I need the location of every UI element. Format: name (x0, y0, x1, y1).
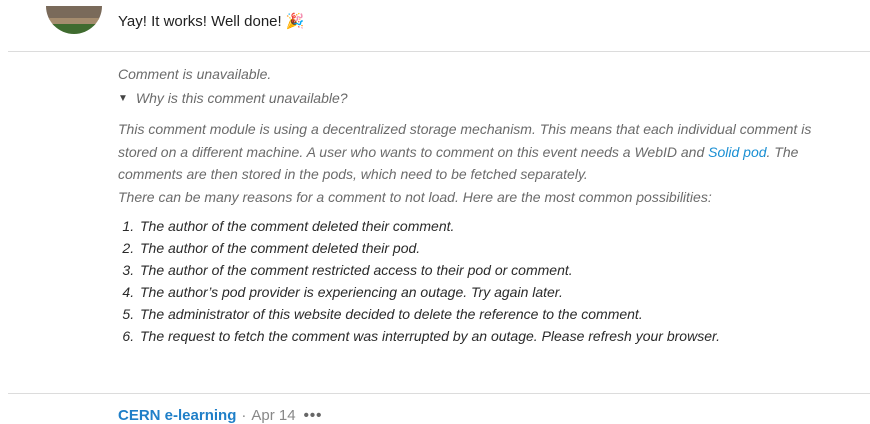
list-item: The author of the comment restricted acc… (138, 259, 838, 281)
triangle-down-icon: ▼ (118, 92, 128, 104)
comment-date[interactable]: Apr 14 (251, 407, 295, 424)
explanation-paragraph: This comment module is using a decentral… (118, 118, 838, 208)
why-unavailable-toggle[interactable]: ▼ Why is this comment unavailable? (118, 90, 838, 106)
why-unavailable-label: Why is this comment unavailable? (135, 90, 348, 106)
list-item: The administrator of this website decide… (138, 303, 838, 325)
next-comment-header: CERN e-learning · Apr 14 ••• (118, 407, 322, 424)
separator-dot: · (241, 407, 247, 424)
list-item: The author’s pod provider is experiencin… (138, 281, 838, 303)
author-link[interactable]: CERN e-learning (118, 407, 236, 424)
previous-comment-body: Yay! It works! Well done! (118, 13, 282, 30)
more-options-icon[interactable]: ••• (304, 407, 323, 424)
list-item: The request to fetch the comment was int… (138, 325, 838, 347)
list-item: The author of the comment deleted their … (138, 237, 838, 259)
unavailable-comment-block: Comment is unavailable. ▼ Why is this co… (118, 66, 838, 347)
party-popper-icon: 🎉 (285, 13, 305, 30)
avatar-layer (46, 24, 102, 34)
comment-divider (8, 393, 870, 394)
list-item: The author of the comment deleted their … (138, 215, 838, 237)
solid-pod-link[interactable]: Solid pod (708, 144, 766, 160)
unavailable-title: Comment is unavailable. (118, 66, 272, 82)
reasons-intro: There can be many reasons for a comment … (118, 188, 712, 205)
comment-divider (8, 51, 870, 52)
previous-comment-text: Yay! It works! Well done! 🎉 (118, 12, 304, 30)
reasons-list: The author of the comment deleted their … (118, 215, 838, 347)
previous-comment-avatar (46, 6, 102, 34)
